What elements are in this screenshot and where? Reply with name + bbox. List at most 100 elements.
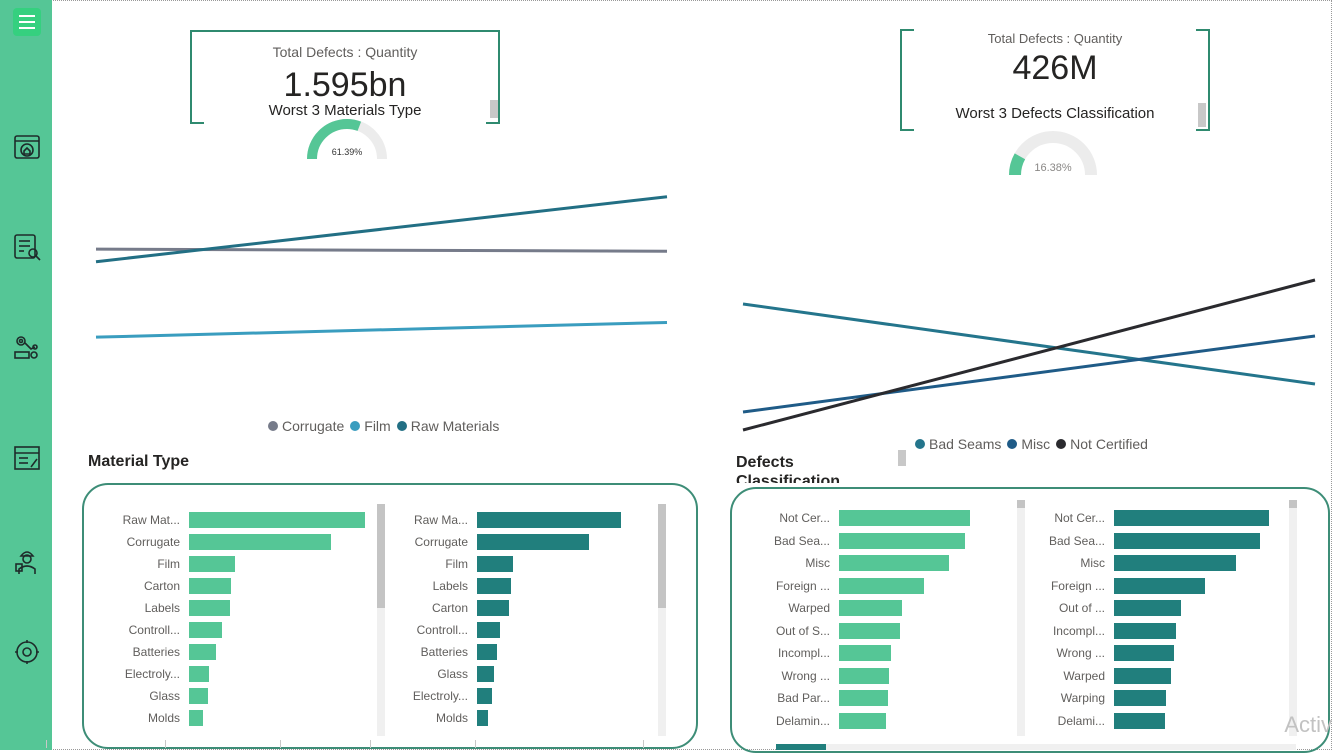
bar[interactable] [189,556,235,572]
scrollbar-defects-1[interactable] [1017,500,1025,736]
bar-label: Raw Ma... [413,513,468,527]
bar[interactable] [189,666,209,682]
bar-label: Wrong ... [781,668,830,683]
bar-label: Incompl... [1052,623,1105,638]
bar-label: Warped [788,601,830,615]
bar[interactable] [1114,690,1166,706]
legend-item[interactable]: Raw Materials [396,418,499,434]
bar[interactable] [189,688,208,704]
bar[interactable] [189,534,331,550]
worker-icon[interactable] [12,546,42,576]
bar-label: Out of S... [775,623,830,638]
bar[interactable] [189,512,365,528]
bar-label: Glass [437,667,468,681]
bar-label: Misc [1080,556,1105,570]
bar[interactable] [477,644,497,660]
series-line-bad-seams[interactable] [742,302,1316,386]
activation-watermark: Activ [1284,712,1332,737]
bar[interactable] [1114,532,1260,549]
bar-label: Molds [435,711,468,725]
bar[interactable] [477,556,513,572]
bar-label: Electroly... [124,667,180,681]
bar-label: Bad Par... [777,691,830,705]
bar-label: Batteries [132,645,180,659]
legend-scrollbar[interactable] [898,450,906,466]
kpi-scrollbar[interactable] [490,100,498,118]
document-list-icon[interactable] [12,443,42,473]
bar[interactable] [477,600,509,616]
bar[interactable] [839,600,902,616]
bar[interactable] [189,578,231,594]
bar[interactable] [189,710,203,726]
bar-label: Misc [805,556,830,570]
bar-label: Carton [431,601,468,615]
menu-icon[interactable] [13,8,41,36]
bar[interactable] [1114,600,1181,616]
bar[interactable] [1114,510,1269,526]
bar-label: Controll... [128,623,180,637]
sidebar [0,0,52,750]
legend-item[interactable]: Film [350,418,391,434]
bar-label: Wrong ... [1056,646,1105,660]
legend-item[interactable]: Misc [1007,436,1050,452]
bar[interactable] [1114,667,1171,684]
scrollbar-defects-2[interactable] [1289,500,1297,736]
bar[interactable] [1114,555,1236,571]
bar[interactable] [477,666,494,682]
legend-item[interactable]: Bad Seams [915,436,1001,452]
series-line-film[interactable] [95,320,668,339]
bar[interactable] [839,645,891,661]
series-line-not-certified[interactable] [742,278,1316,432]
bar-label: Delami... [1057,713,1105,728]
scrollbar-materials-1[interactable] [377,504,385,736]
bar-label: Not Cer... [779,511,830,525]
bar[interactable] [477,710,488,726]
legend-defects: Bad Seams Misc Not Certified [915,436,1148,452]
bar[interactable] [477,622,500,638]
bar[interactable] [839,690,888,706]
kpi-scrollbar[interactable] [1198,103,1206,127]
bar[interactable] [1114,712,1165,729]
bar[interactable] [1114,645,1174,661]
bar-label: Labels [432,579,468,593]
bar[interactable] [189,644,216,660]
bar-label: Batteries [420,645,468,659]
kpi-value: 426M [1012,49,1098,87]
bar[interactable] [839,667,889,684]
kpi-card-materials: Total Defects : Quantity 1.595bn Worst 3… [190,30,500,124]
bar-chart-defects-2: Not Cer... Bad Sea... Misc Foreign ... Out o… [1049,510,1284,730]
bar[interactable] [839,555,949,571]
kpi-subtitle: Worst 3 Materials Type [268,102,422,119]
bar[interactable] [839,510,970,526]
bar-label: Incompl... [777,646,830,660]
bar[interactable] [189,622,222,638]
bar-label: Corrugate [414,535,468,549]
scrollbar-materials-2[interactable] [658,504,666,736]
bar[interactable] [477,534,589,550]
bar[interactable] [477,512,621,528]
horizontal-scrollbar[interactable] [776,744,1296,750]
legend-item[interactable]: Corrugate [268,418,344,434]
legend-item[interactable]: Not Certified [1056,436,1148,452]
dashboard-home-icon[interactable] [12,132,42,162]
bar-chart-materials-2: Raw Ma... Corrugate Film Labels Carton Contro… [413,512,637,732]
bar[interactable] [189,600,230,616]
bar[interactable] [839,532,965,549]
bar[interactable] [839,577,924,594]
report-search-icon[interactable] [12,232,42,262]
bar[interactable] [477,578,511,594]
bar-label: Foreign ... [1050,578,1105,593]
series-line-misc[interactable] [742,334,1316,414]
settings-icon[interactable] [12,637,42,667]
bar-label: Warped [1063,668,1105,683]
bar[interactable] [1114,622,1176,639]
factory-robot-icon[interactable] [12,332,42,362]
gauge-label: 61.39% [332,147,363,157]
section-title-defects-cut: Classification [736,473,841,483]
kpi-value: 1.595bn [283,66,407,104]
bar[interactable] [1114,577,1205,594]
bar[interactable] [839,712,886,729]
bar[interactable] [839,622,900,639]
bar[interactable] [477,688,492,704]
bar-label: Film [445,557,468,571]
